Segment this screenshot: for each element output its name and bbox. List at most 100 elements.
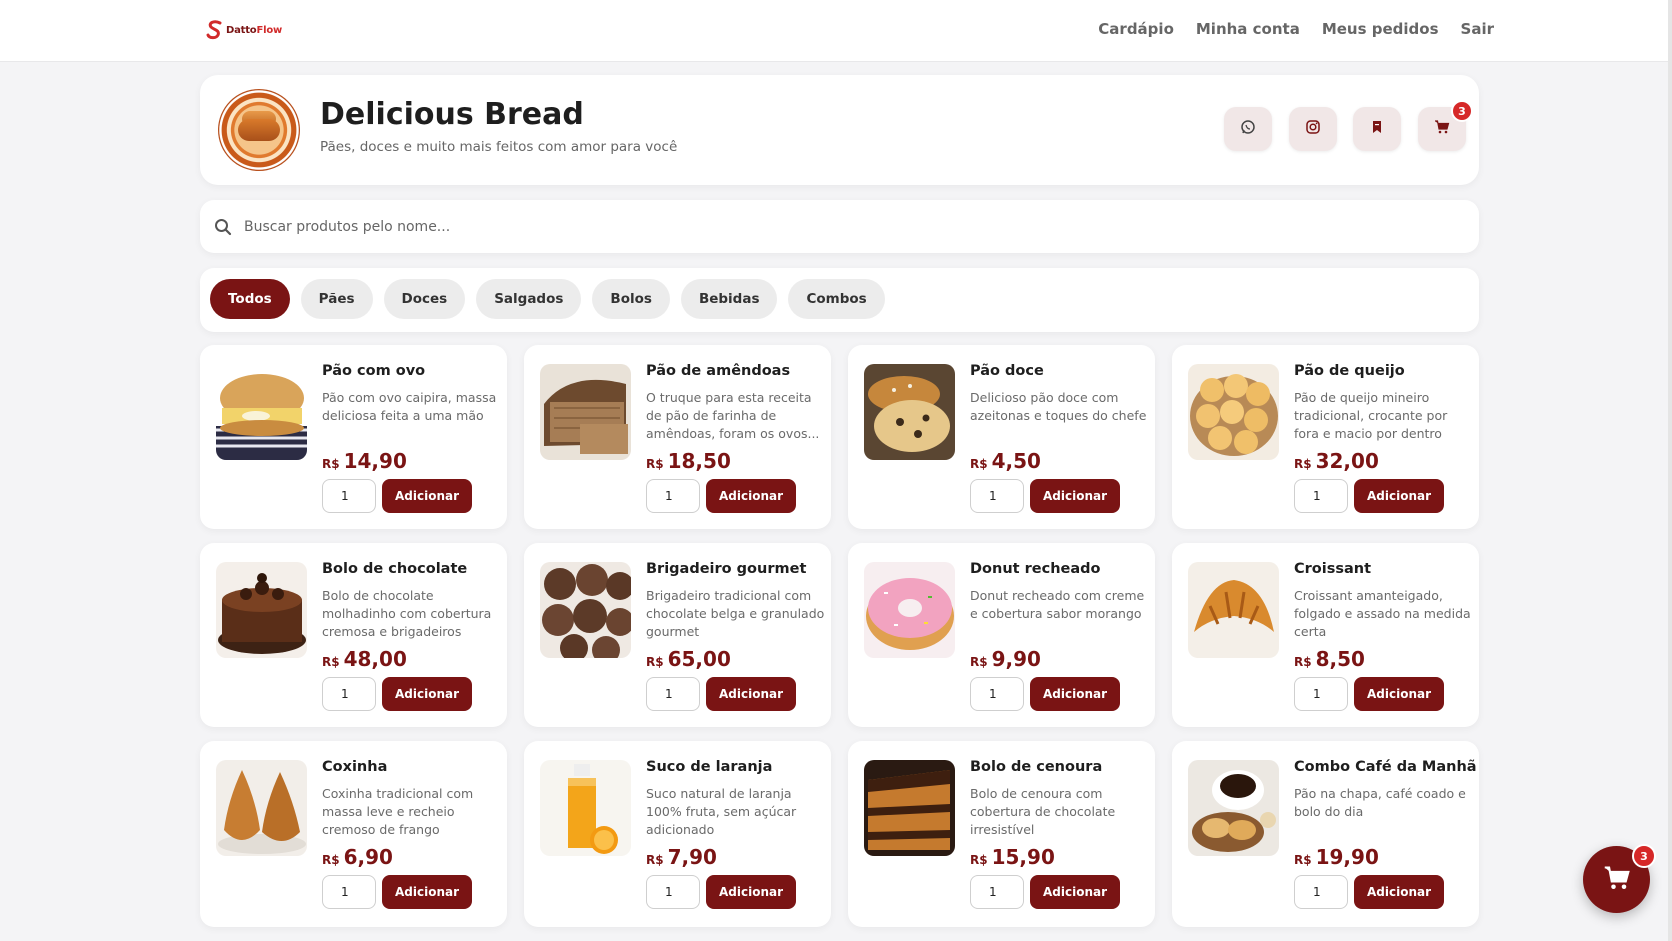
- page-scrollbar[interactable]: [1668, 0, 1672, 941]
- main-nav: Cardápio Minha conta Meus pedidos Sair: [1098, 20, 1494, 38]
- product-name: Donut recheado: [970, 561, 1101, 577]
- product-name: Pão de queijo: [1294, 363, 1405, 379]
- product-price: R$ 15,90: [970, 845, 1055, 869]
- add-to-cart-button[interactable]: Adicionar: [1030, 479, 1120, 513]
- product-name: Brigadeiro gourmet: [646, 561, 807, 577]
- instagram-icon: [1305, 119, 1321, 139]
- quantity-input[interactable]: [322, 677, 376, 711]
- quantity-input[interactable]: [322, 875, 376, 909]
- product-description: Croissant amanteigado, folgado e assado …: [1294, 588, 1471, 639]
- add-to-cart-button[interactable]: Adicionar: [706, 875, 796, 909]
- logo-text-datto: Datto: [226, 24, 257, 36]
- product-price: R$ 65,00: [646, 647, 731, 671]
- product-image-brigadeiro-gourmet: [540, 562, 631, 658]
- product-grid: Pão com ovo Pão com ovo caipira, massa d…: [200, 345, 1479, 927]
- price-value: 48,00: [343, 647, 407, 671]
- product-description: Donut recheado com creme e cobertura sab…: [970, 588, 1145, 621]
- product-card: Pão doce Delicioso pão doce com azeitona…: [848, 345, 1155, 529]
- cart-count-badge: 3: [1451, 100, 1473, 122]
- add-to-cart-button[interactable]: Adicionar: [706, 479, 796, 513]
- store-logo: [218, 89, 300, 171]
- product-card: Pão de queijo Pão de queijo mineiro trad…: [1172, 345, 1479, 529]
- product-price: R$ 48,00: [322, 647, 407, 671]
- add-to-cart-button[interactable]: Adicionar: [1030, 875, 1120, 909]
- add-to-cart-button[interactable]: Adicionar: [1354, 875, 1444, 909]
- quantity-input[interactable]: [1294, 479, 1348, 513]
- product-name: Bolo de chocolate: [322, 561, 468, 577]
- whatsapp-button[interactable]: [1224, 107, 1272, 151]
- product-card: Combo Café da Manhã Pão na chapa, café c…: [1172, 741, 1479, 927]
- product-price: R$ 7,90: [646, 845, 717, 869]
- bookmark-icon: [1369, 119, 1385, 139]
- quantity-input[interactable]: [322, 479, 376, 513]
- add-to-cart-button[interactable]: Adicionar: [382, 479, 472, 513]
- category-doces[interactable]: Doces: [383, 279, 466, 319]
- instagram-button[interactable]: [1289, 107, 1337, 151]
- search-input[interactable]: [244, 210, 1444, 243]
- nav-link-sair[interactable]: Sair: [1461, 20, 1494, 38]
- product-card: Brigadeiro gourmet Brigadeiro tradiciona…: [524, 543, 831, 727]
- product-image-suco-de-laranja: [540, 760, 631, 856]
- quantity-input[interactable]: [970, 677, 1024, 711]
- header-cart-button[interactable]: 3: [1418, 100, 1473, 151]
- quantity-input[interactable]: [970, 875, 1024, 909]
- product-name: Combo Café da Manhã: [1294, 759, 1477, 775]
- nav-link-minha-conta[interactable]: Minha conta: [1196, 20, 1300, 38]
- product-description: Suco natural de laranja 100% fruta, sem …: [646, 786, 797, 837]
- cart-icon: [1603, 864, 1631, 896]
- currency-symbol: R$: [646, 655, 664, 669]
- price-value: 7,90: [667, 845, 717, 869]
- logo-text-flow: Flow: [256, 24, 283, 36]
- add-to-cart-button[interactable]: Adicionar: [1354, 479, 1444, 513]
- product-description: Pão de queijo mineiro tradicional, croca…: [1294, 390, 1448, 441]
- category-combos[interactable]: Combos: [788, 279, 885, 319]
- category-todos[interactable]: Todos: [210, 279, 290, 319]
- product-card: Donut recheado Donut recheado com creme …: [848, 543, 1155, 727]
- add-to-cart-button[interactable]: Adicionar: [1030, 677, 1120, 711]
- add-to-cart-button[interactable]: Adicionar: [382, 677, 472, 711]
- product-image-combo-cafe-da-manha: [1188, 760, 1279, 856]
- bookmark-button[interactable]: [1353, 107, 1401, 151]
- add-to-cart-button[interactable]: Adicionar: [1354, 677, 1444, 711]
- price-value: 18,50: [667, 449, 731, 473]
- product-description: Pão na chapa, café coado e bolo do dia: [1294, 786, 1466, 819]
- product-price: R$ 18,50: [646, 449, 731, 473]
- quantity-input[interactable]: [646, 479, 700, 513]
- add-to-cart-button[interactable]: Adicionar: [382, 875, 472, 909]
- category-salgados[interactable]: Salgados: [476, 279, 582, 319]
- product-image-bolo-de-chocolate: [216, 562, 307, 658]
- logo-mark-icon: [206, 20, 224, 40]
- product-price: R$ 4,50: [970, 449, 1041, 473]
- nav-link-cardapio[interactable]: Cardápio: [1098, 20, 1174, 38]
- product-name: Suco de laranja: [646, 759, 773, 775]
- quantity-input[interactable]: [1294, 875, 1348, 909]
- product-price: R$ 8,50: [1294, 647, 1365, 671]
- quantity-input[interactable]: [646, 875, 700, 909]
- product-description: Pão com ovo caipira, massa deliciosa fei…: [322, 390, 497, 423]
- product-description: Brigadeiro tradicional com chocolate bel…: [646, 588, 825, 639]
- product-image-croissant: [1188, 562, 1279, 658]
- product-image-bolo-de-cenoura: [864, 760, 955, 856]
- dattoflow-logo[interactable]: DattoFlow: [206, 20, 282, 40]
- product-image-donut-recheado: [864, 562, 955, 658]
- product-card: Pão com ovo Pão com ovo caipira, massa d…: [200, 345, 507, 529]
- category-paes[interactable]: Pães: [300, 279, 373, 319]
- quantity-input[interactable]: [646, 677, 700, 711]
- nav-link-meus-pedidos[interactable]: Meus pedidos: [1322, 20, 1439, 38]
- product-name: Croissant: [1294, 561, 1372, 577]
- add-to-cart-button[interactable]: Adicionar: [706, 677, 796, 711]
- product-description: O truque para esta receita de pão de far…: [646, 390, 820, 441]
- quantity-input[interactable]: [1294, 677, 1348, 711]
- price-value: 4,50: [991, 449, 1041, 473]
- currency-symbol: R$: [1294, 457, 1312, 471]
- store-subtitle: Pães, doces e muito mais feitos com amor…: [320, 139, 678, 155]
- category-bolos[interactable]: Bolos: [592, 279, 670, 319]
- quantity-input[interactable]: [970, 479, 1024, 513]
- category-bebidas[interactable]: Bebidas: [680, 279, 778, 319]
- product-name: Coxinha: [322, 759, 388, 775]
- product-description: Coxinha tradicional com massa leve e rec…: [322, 786, 474, 837]
- currency-symbol: R$: [322, 853, 340, 867]
- floating-cart-button[interactable]: 3: [1583, 844, 1656, 913]
- product-name: Pão com ovo: [322, 363, 426, 379]
- currency-symbol: R$: [1294, 853, 1312, 867]
